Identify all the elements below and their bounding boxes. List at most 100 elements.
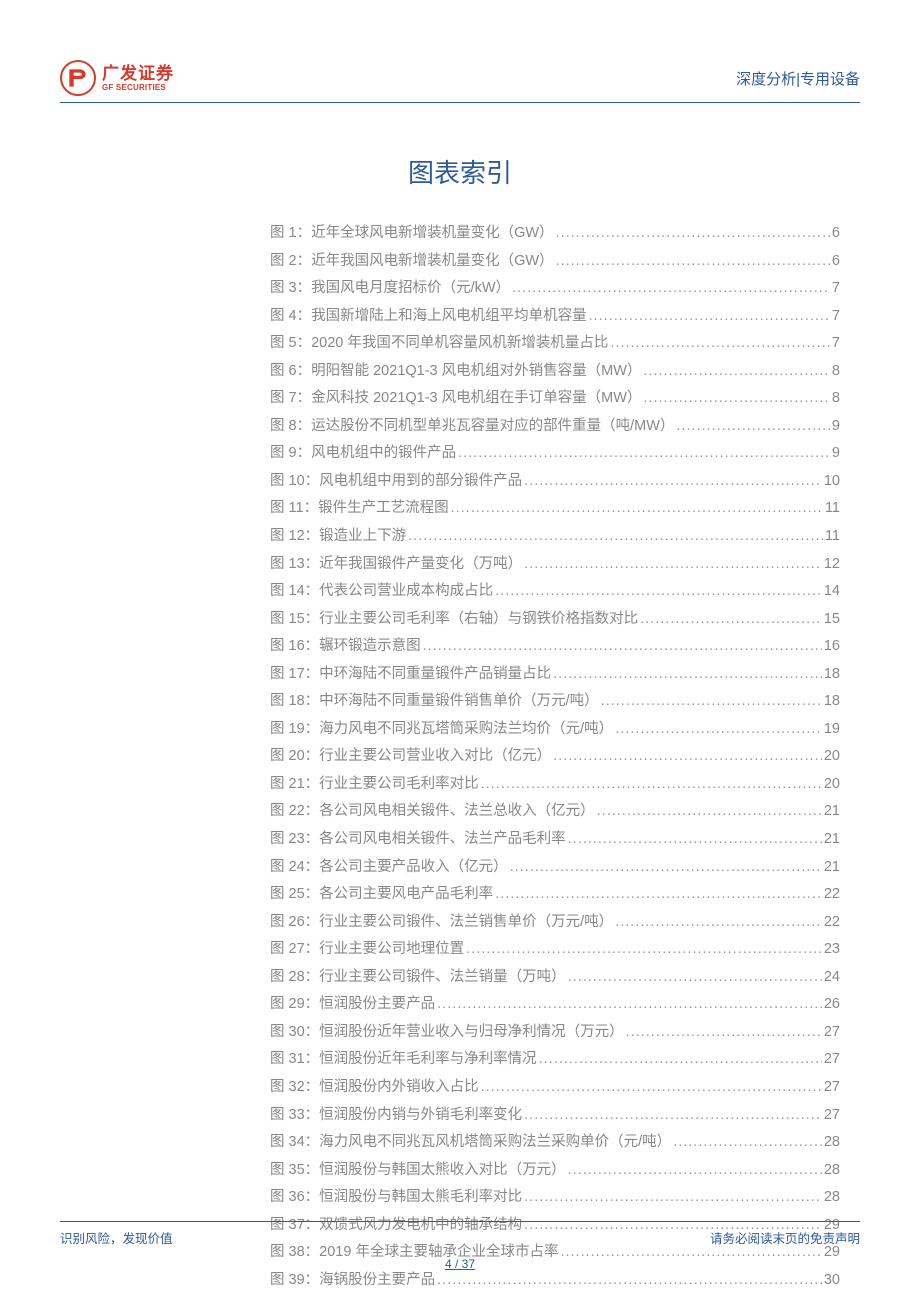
toc-entry-page: 19 (824, 716, 840, 744)
toc-entry-page: 8 (832, 358, 840, 386)
toc-entry-page: 9 (832, 413, 840, 441)
toc-entry-label: 图 9：风电机组中的锻件产品 (270, 440, 456, 468)
toc-entry-label: 图 11：锻件生产工艺流程图 (270, 495, 449, 523)
toc-entry-page: 20 (824, 771, 840, 799)
toc-entry-page: 28 (824, 1129, 840, 1157)
toc-entry-label: 图 36：恒润股份与韩国太熊毛利率对比 (270, 1184, 522, 1212)
toc-entry-label: 图 23：各公司风电相关锻件、法兰产品毛利率 (270, 826, 566, 854)
toc-row: 图 18：中环海陆不同重量锻件销售单价（万元/吨）18 (270, 688, 840, 716)
toc-leader-dots (512, 275, 830, 303)
toc-entry-page: 7 (832, 275, 840, 303)
toc-entry-page: 18 (824, 688, 840, 716)
logo-name-en: GF SECURITIES (102, 84, 174, 92)
toc-entry-label: 图 29：恒润股份主要产品 (270, 991, 435, 1019)
document-category: 深度分析|专用设备 (736, 68, 860, 89)
toc-entry-label: 图 6：明阳智能 2021Q1-3 风电机组对外销售容量（MW） (270, 358, 641, 386)
toc-entry-page: 28 (824, 1157, 840, 1185)
toc-leader-dots (553, 661, 822, 689)
toc-leader-dots (640, 606, 822, 634)
toc-entry-page: 6 (832, 220, 840, 248)
toc-leader-dots (495, 881, 822, 909)
company-logo: 广发证券 GF SECURITIES (60, 60, 174, 96)
toc-entry-page: 27 (824, 1102, 840, 1130)
toc-row: 图 26：行业主要公司锻件、法兰销售单价（万元/吨）22 (270, 909, 840, 937)
toc-entry-page: 7 (832, 330, 840, 358)
toc-entry-page: 18 (824, 661, 840, 689)
toc-entry-page: 21 (824, 854, 840, 882)
toc-row: 图 24：各公司主要产品收入（亿元）21 (270, 854, 840, 882)
toc-entry-label: 图 2：近年我国风电新增装机量变化（GW） (270, 248, 554, 276)
toc-row: 图 12：锻造业上下游11 (270, 523, 840, 551)
toc-leader-dots (524, 551, 822, 579)
toc-row: 图 34：海力风电不同兆瓦风机塔筒采购法兰采购单价（元/吨） 28 (270, 1129, 840, 1157)
toc-row: 图 3：我国风电月度招标价（元/kW）7 (270, 275, 840, 303)
toc-leader-dots (481, 771, 822, 799)
toc-leader-dots (556, 248, 830, 276)
toc-entry-label: 图 27：行业主要公司地理位置 (270, 936, 464, 964)
toc-leader-dots (553, 743, 822, 771)
toc-entry-page: 23 (824, 936, 840, 964)
toc-leader-dots (626, 1019, 822, 1047)
toc-entry-label: 图 25：各公司主要风电产品毛利率 (270, 881, 493, 909)
page-header: 广发证券 GF SECURITIES 深度分析|专用设备 (60, 60, 860, 103)
toc-row: 图 7：金风科技 2021Q1-3 风电机组在手订单容量（MW） 8 (270, 385, 840, 413)
toc-entry-page: 21 (824, 798, 840, 826)
toc-entry-page: 8 (832, 385, 840, 413)
toc-row: 图 23：各公司风电相关锻件、法兰产品毛利率21 (270, 826, 840, 854)
toc-row: 图 11：锻件生产工艺流程图11 (270, 495, 840, 523)
toc-row: 图 14：代表公司营业成本构成占比 14 (270, 578, 840, 606)
toc-leader-dots (589, 303, 830, 331)
toc-entry-label: 图 26：行业主要公司锻件、法兰销售单价（万元/吨） (270, 909, 613, 937)
toc-entry-label: 图 19：海力风电不同兆瓦塔筒采购法兰均价（元/吨） (270, 716, 613, 744)
document-page: 广发证券 GF SECURITIES 深度分析|专用设备 图表索引 图 1：近年… (0, 0, 920, 1301)
toc-entry-label: 图 34：海力风电不同兆瓦风机塔筒采购法兰采购单价（元/吨） (270, 1129, 671, 1157)
toc-leader-dots (610, 330, 830, 358)
toc-entry-label: 图 7：金风科技 2021Q1-3 风电机组在手订单容量（MW） (270, 385, 641, 413)
toc-entry-label: 图 35：恒润股份与韩国太熊收入对比（万元） (270, 1157, 566, 1185)
figure-index-list: 图 1：近年全球风电新增装机量变化（GW） 6 图 2：近年我国风电新增装机量变化（… (270, 220, 840, 1294)
toc-leader-dots (451, 495, 823, 523)
toc-entry-label: 图 17：中环海陆不同重量锻件产品销量占比 (270, 661, 551, 689)
logo-name-cn: 广发证券 (102, 65, 174, 82)
toc-row: 图 29：恒润股份主要产品 26 (270, 991, 840, 1019)
logo-text: 广发证券 GF SECURITIES (102, 65, 174, 92)
toc-leader-dots (495, 578, 822, 606)
toc-leader-dots (466, 936, 822, 964)
toc-entry-label: 图 15：行业主要公司毛利率（右轴）与钢铁价格指数对比 (270, 606, 638, 634)
toc-entry-page: 20 (824, 743, 840, 771)
toc-entry-label: 图 12：锻造业上下游 (270, 523, 406, 551)
toc-entry-label: 图 1：近年全球风电新增装机量变化（GW） (270, 220, 554, 248)
toc-row: 图 33：恒润股份内销与外销毛利率变化27 (270, 1102, 840, 1130)
toc-row: 图 16：辗环锻造示意图16 (270, 633, 840, 661)
footer-left-text: 识别风险，发现价值 (60, 1228, 173, 1247)
toc-row: 图 35：恒润股份与韩国太熊收入对比（万元） 28 (270, 1157, 840, 1185)
page-number: 4 / 37 (60, 1257, 860, 1271)
section-title: 图表索引 (60, 153, 860, 190)
toc-leader-dots (556, 220, 830, 248)
toc-entry-label: 图 16：辗环锻造示意图 (270, 633, 421, 661)
toc-row: 图 21：行业主要公司毛利率对比20 (270, 771, 840, 799)
toc-entry-page: 10 (824, 468, 840, 496)
toc-leader-dots (437, 991, 822, 1019)
toc-row: 图 9：风电机组中的锻件产品 9 (270, 440, 840, 468)
toc-entry-label: 图 8：运达股份不同机型单兆瓦容量对应的部件重量（吨/MW） (270, 413, 674, 441)
toc-entry-page: 26 (824, 991, 840, 1019)
toc-entry-page: 22 (824, 881, 840, 909)
toc-row: 图 25：各公司主要风电产品毛利率 22 (270, 881, 840, 909)
toc-entry-label: 图 10：风电机组中用到的部分锻件产品 (270, 468, 522, 496)
toc-row: 图 22：各公司风电相关锻件、法兰总收入（亿元）21 (270, 798, 840, 826)
toc-entry-page: 24 (824, 964, 840, 992)
toc-leader-dots (568, 964, 822, 992)
toc-leader-dots (423, 633, 822, 661)
toc-row: 图 28：行业主要公司锻件、法兰销量（万吨）24 (270, 964, 840, 992)
toc-leader-dots (615, 909, 822, 937)
toc-row: 图 30：恒润股份近年营业收入与归母净利情况（万元）27 (270, 1019, 840, 1047)
toc-entry-label: 图 30：恒润股份近年营业收入与归母净利情况（万元） (270, 1019, 624, 1047)
toc-row: 图 6：明阳智能 2021Q1-3 风电机组对外销售容量（MW） 8 (270, 358, 840, 386)
toc-leader-dots (481, 1074, 822, 1102)
toc-entry-label: 图 14：代表公司营业成本构成占比 (270, 578, 493, 606)
toc-row: 图 4：我国新增陆上和海上风电机组平均单机容量7 (270, 303, 840, 331)
toc-entry-page: 14 (824, 578, 840, 606)
toc-leader-dots (524, 468, 822, 496)
toc-entry-page: 9 (832, 440, 840, 468)
